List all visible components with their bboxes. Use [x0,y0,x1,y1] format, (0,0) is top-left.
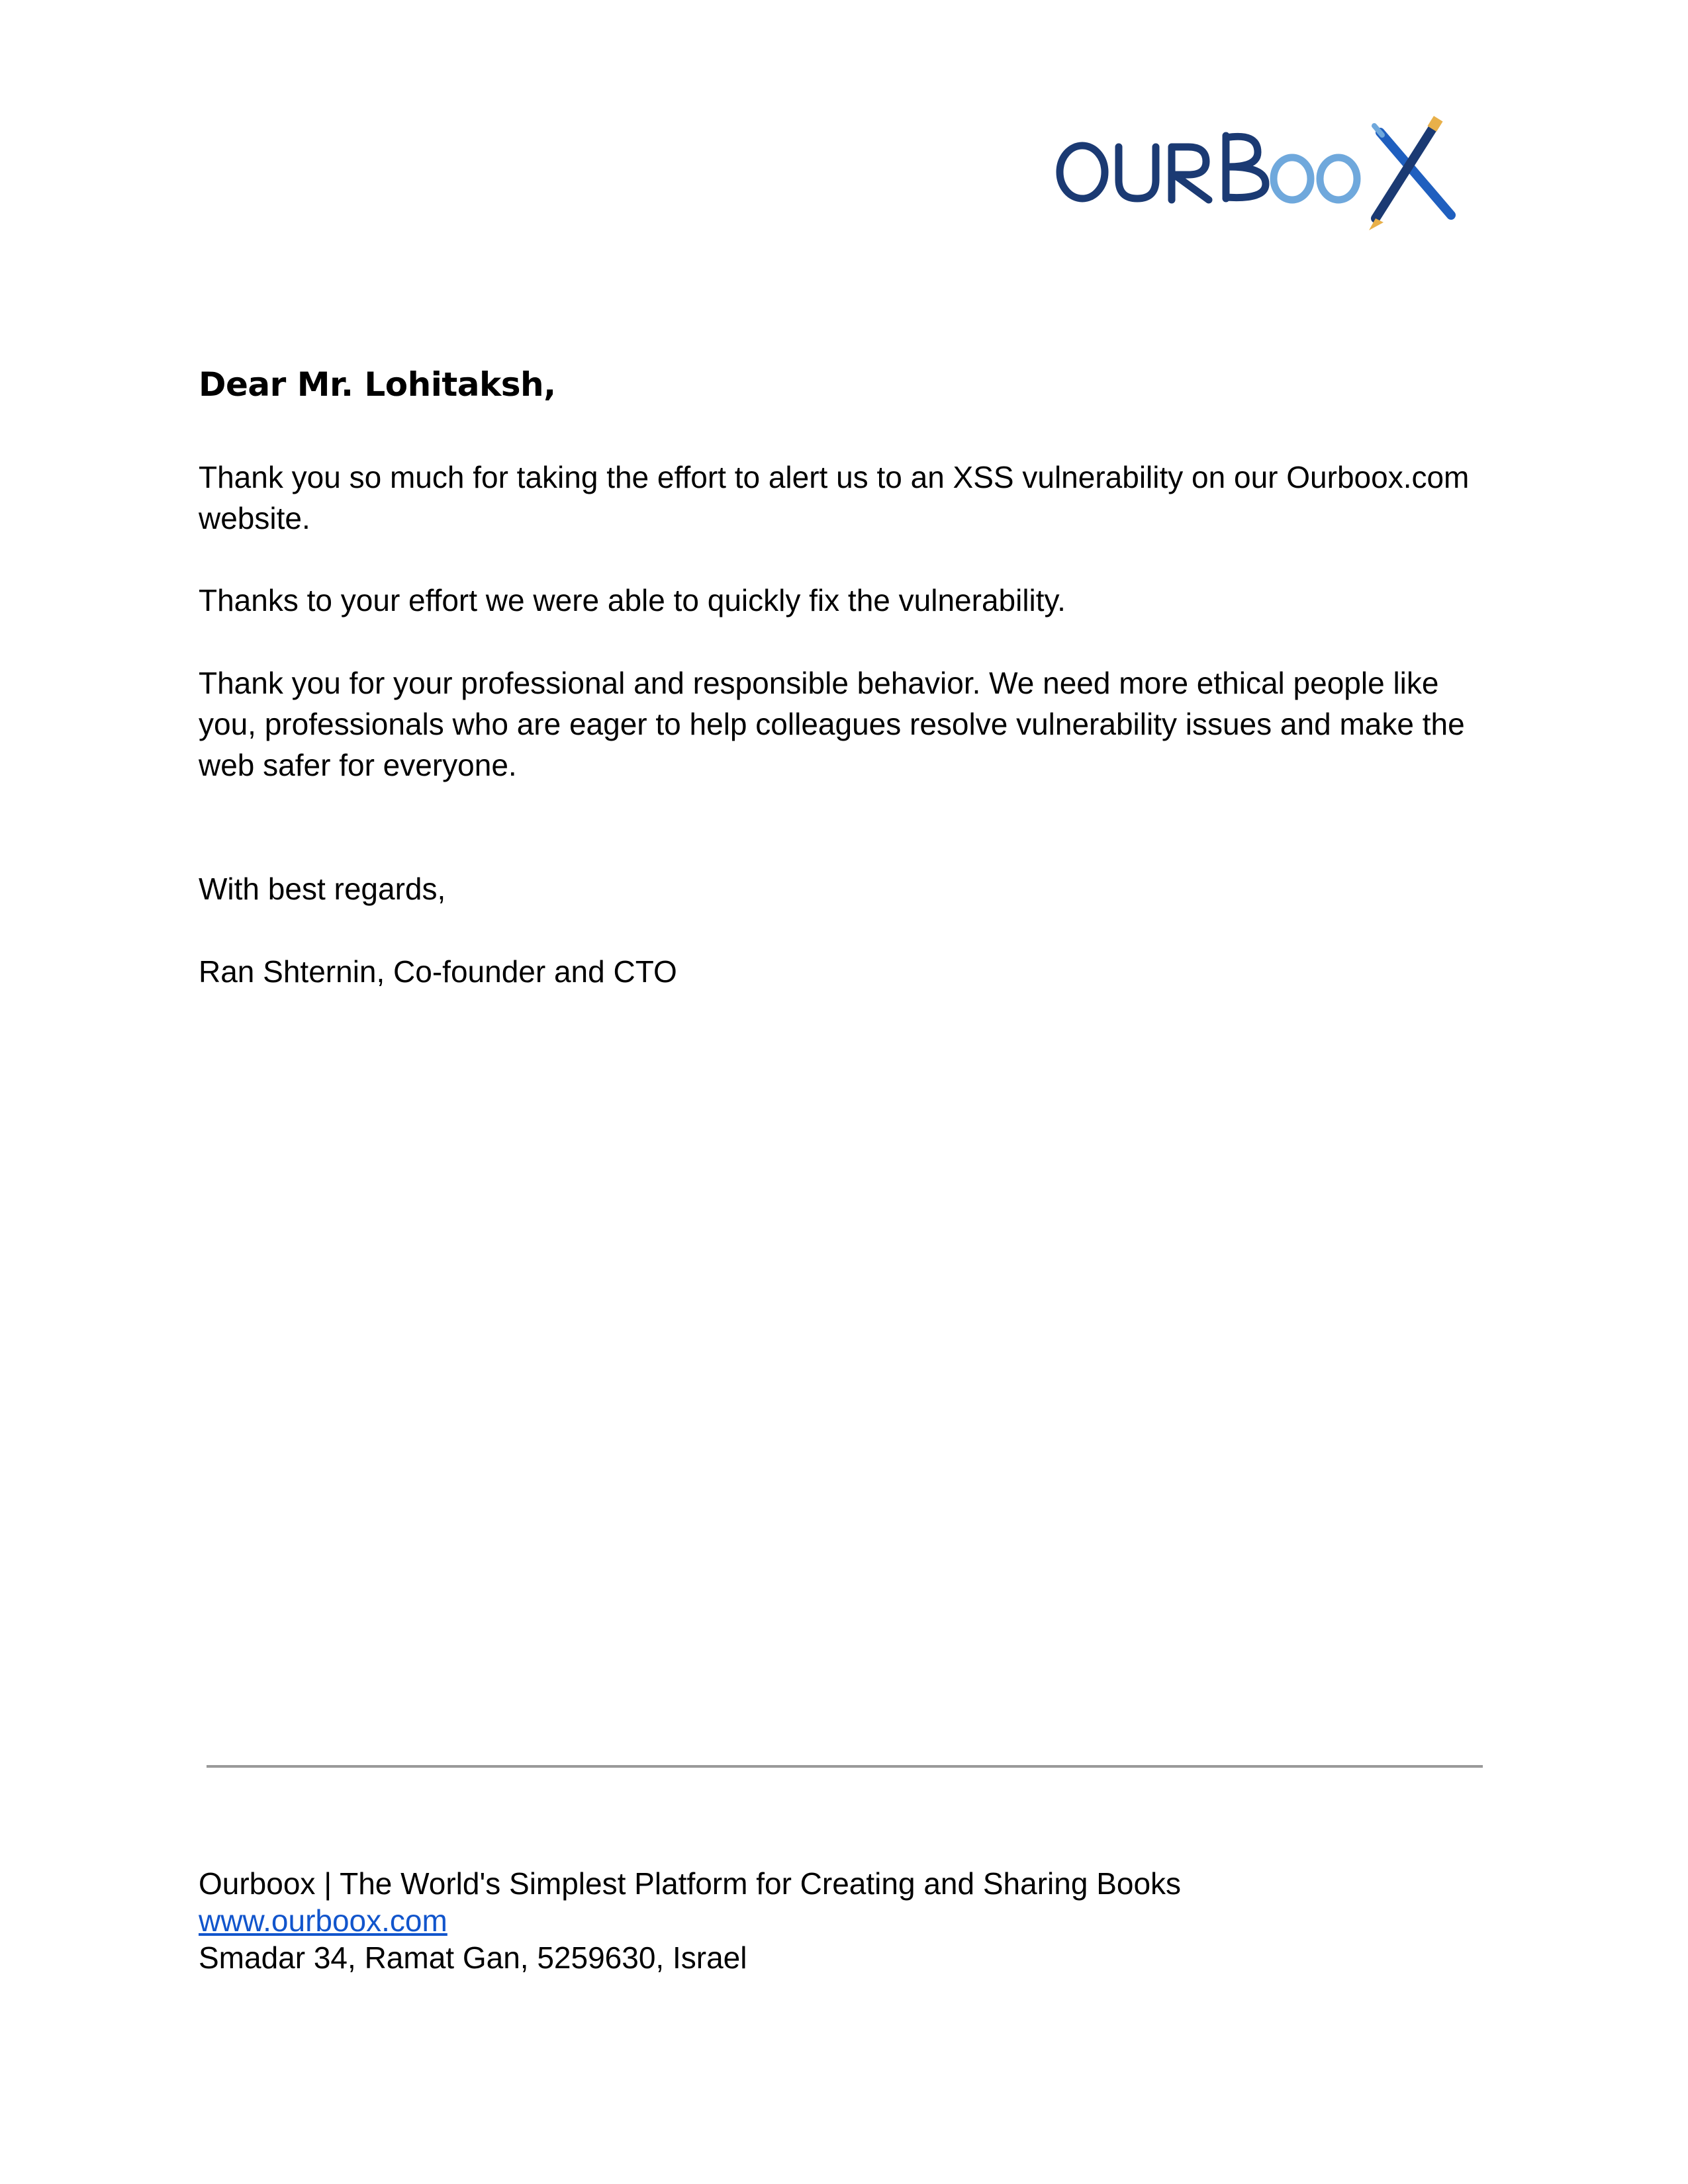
ourboox-logo [1056,116,1456,230]
letter-paragraph-3: Thank you for your professional and resp… [199,666,1465,782]
footer-divider [207,1765,1483,1768]
footer: Ourboox | The World's Simplest Platform … [199,1865,1181,1976]
letter-paragraph-1: Thank you so much for taking the effort … [199,460,1470,535]
footer-address: Smadar 34, Ramat Gan, 5259630, Israel [199,1940,747,1975]
letter-greeting: Dear Mr. Lohitaksh, [199,365,556,404]
website-link[interactable]: www.ourboox.com [199,1903,447,1938]
letter-paragraph-2: Thanks to your effort we were able to qu… [199,583,1066,617]
footer-website-row: www.ourboox.com [199,1902,1181,1939]
letter-closing: With best regards, [199,872,446,906]
footer-tagline: Ourboox | The World's Simplest Platform … [199,1866,1182,1901]
letter-signature: Ran Shternin, Co-founder and CTO [199,954,677,989]
